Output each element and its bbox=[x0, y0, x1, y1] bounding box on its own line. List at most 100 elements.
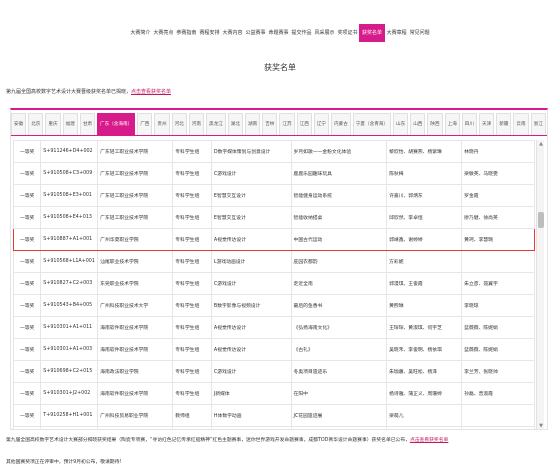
work-title: 岁月如歌——金粉文化体验 bbox=[290, 140, 388, 163]
notice-top-link[interactable]: 点击查看获奖名单 bbox=[131, 89, 171, 95]
work-title: 中国古代运动 bbox=[290, 228, 388, 251]
scroll-up-icon[interactable]: ▲ bbox=[537, 140, 545, 148]
province-tab[interactable]: 山东 bbox=[392, 113, 409, 135]
province-tab[interactable]: 河南 bbox=[188, 113, 204, 135]
work-code: S+910508+E4+013 bbox=[40, 206, 99, 229]
province-tab[interactable]: 福建 bbox=[62, 113, 78, 135]
table-row-highlighted: 一等奖 S+910887+A1+001 广州华夏职业学院 专科学生组 A视觉传达设计 中国… bbox=[13, 228, 535, 251]
province-tab[interactable]: 湖北 bbox=[227, 113, 243, 135]
tutor-names: 廖乃健、徐尚英 bbox=[461, 206, 535, 229]
work-title: 最后的鱼香书 bbox=[290, 294, 388, 317]
work-code: S+910543+B4+005 bbox=[40, 294, 99, 317]
table-row: 一等奖T+910656+A1+001广州科技职业学院教师组A视觉传达设计 谢红霞、… bbox=[13, 426, 535, 429]
school-name: 广东轻工职业技术学院 bbox=[97, 162, 174, 185]
province-tab[interactable]: 安徽 bbox=[11, 113, 27, 135]
author-names: 梁萌儿 bbox=[386, 404, 463, 427]
group-name: 专科学生组 bbox=[172, 184, 212, 207]
group-name: 教师组 bbox=[172, 404, 212, 427]
nav-item[interactable]: 赛程安排 bbox=[198, 24, 221, 42]
province-tab[interactable]: 湖南 bbox=[245, 113, 261, 135]
table-row: 一等奖 S+910698+C2+015 海南政法职业学院 专科学生组 C游戏设计 冬奥项目… bbox=[13, 360, 535, 383]
nav-item[interactable]: 大赛简介 bbox=[129, 24, 152, 42]
author-names: 吴晓禾、李俊明、杨依琪 bbox=[386, 338, 463, 361]
category-name: L游戏动画设计 bbox=[210, 250, 292, 273]
province-tab[interactable]: 黑龙江 bbox=[206, 113, 226, 135]
province-tab[interactable]: 江西 bbox=[296, 113, 312, 135]
school-name: 海南软件职业技术学院 bbox=[97, 338, 174, 361]
province-tab[interactable]: 江苏 bbox=[279, 113, 295, 135]
group-name: 专科学生组 bbox=[172, 140, 212, 163]
province-tab[interactable]: 吉林 bbox=[262, 113, 278, 135]
province-tab[interactable]: 云南 bbox=[513, 113, 529, 135]
work-title: 走近全南 bbox=[290, 272, 388, 295]
province-tab[interactable]: 四川 bbox=[461, 113, 477, 135]
notice-final: 其他国赛奖项正在评审中，预计9月初公布，敬请期待! bbox=[6, 460, 122, 465]
school-name: 广州科技贸易职业学院 bbox=[97, 404, 174, 427]
group-name: 专科学生组 bbox=[172, 228, 212, 251]
province-tab[interactable]: 辽宁 bbox=[313, 113, 330, 135]
author-names: 方彩妮 bbox=[386, 250, 463, 273]
school-name: 广东轻工职业技术学院 bbox=[97, 206, 174, 229]
province-tab[interactable]: 广东（含海南） bbox=[97, 113, 136, 135]
notice-bottom-link[interactable]: 点击查看获奖名单 bbox=[410, 438, 448, 443]
province-tab[interactable]: 宁夏（含青海） bbox=[352, 113, 391, 135]
group-name: 专科学生组 bbox=[172, 250, 212, 273]
work-title: 智能健身运动系统 bbox=[290, 184, 388, 207]
nav-item[interactable]: 常见问题 bbox=[408, 24, 431, 42]
province-tab[interactable]: 贵州 bbox=[154, 113, 170, 135]
nav-item[interactable]: 公益赛事 bbox=[244, 24, 267, 42]
nav-item[interactable]: 获奖名单 bbox=[359, 24, 386, 42]
province-tab[interactable]: 天津 bbox=[479, 113, 495, 135]
province-tab[interactable]: 山西 bbox=[410, 113, 426, 135]
work-code: S+911246+D4+002 bbox=[40, 140, 99, 163]
scrollbar-thumb[interactable] bbox=[538, 212, 544, 228]
tutor-names: 罗金霞 bbox=[461, 184, 535, 207]
province-tab[interactable]: 上海 bbox=[444, 113, 460, 135]
province-tab[interactable]: 重庆 bbox=[45, 113, 61, 135]
school-name: 汕尾职业技术学院 bbox=[97, 250, 174, 273]
nav-item[interactable]: 大赛内容 bbox=[221, 24, 244, 42]
province-tab[interactable]: 新疆 bbox=[496, 113, 512, 135]
table-row: 一等奖 S+910301+A1+011 海南软件职业技术学院 专科学生组 A视觉传达设计… bbox=[13, 316, 535, 339]
school-name: 东莞职业技术学院 bbox=[97, 272, 174, 295]
tutor-names: 蓝薇薇、陈妮娟 bbox=[461, 338, 535, 361]
tutor-names: 林晓丹 bbox=[461, 140, 535, 163]
tutor-names: 朱立彦、聂翼宇 bbox=[461, 272, 535, 295]
province-tab[interactable]: 陕西 bbox=[427, 113, 443, 135]
nav-item[interactable]: 风采展示 bbox=[313, 24, 336, 42]
work-code: S+910887+A1+001 bbox=[40, 228, 99, 251]
work-title: 《弘扬海南文化》 bbox=[290, 316, 388, 339]
province-tab[interactable]: 浙江 bbox=[530, 113, 546, 135]
group-name: 专科学生组 bbox=[172, 316, 212, 339]
work-code: T+910258+H1+001 bbox=[40, 404, 99, 427]
award-level: 一等奖 bbox=[13, 228, 42, 251]
province-tab[interactable]: 河北 bbox=[171, 113, 187, 135]
province-tab[interactable]: 甘肃 bbox=[79, 113, 96, 135]
nav-item[interactable]: 奖项证书 bbox=[336, 24, 359, 42]
work-title bbox=[290, 426, 388, 429]
scroll-down-icon[interactable]: ▼ bbox=[537, 422, 545, 429]
nav-item[interactable]: 大赛章程 bbox=[385, 24, 408, 42]
tutor-names: 李兰芳、张晓帅 bbox=[461, 360, 535, 383]
table-row: 一等奖 S+910508+E3+001 广东轻工职业技术学院 专科学生组 E智慧交互设计… bbox=[13, 184, 535, 207]
work-code: S+910301+A1+011 bbox=[40, 316, 99, 339]
table-row: 一等奖 S+910301+J2+002 海南软件职业技术学院 专科学生组 J新媒体 在阳中… bbox=[13, 382, 535, 405]
group-name: 专科学生组 bbox=[172, 272, 212, 295]
tutor-names bbox=[461, 250, 535, 273]
province-tab[interactable]: 广西 bbox=[137, 113, 153, 135]
group-name: 教师组 bbox=[172, 426, 212, 429]
nav-item[interactable]: 提交作品 bbox=[290, 24, 313, 42]
work-code: S+910508+E3+001 bbox=[40, 184, 99, 207]
tutor-names: 黄珂、李慧璐 bbox=[461, 228, 535, 251]
province-tab[interactable]: 北京 bbox=[28, 113, 44, 135]
nav-item[interactable]: 参赛指南 bbox=[175, 24, 198, 42]
award-level: 一等奖 bbox=[13, 272, 42, 295]
nav-item[interactable]: 命题赛事 bbox=[267, 24, 290, 42]
work-code: S+910568+L1A+001 bbox=[40, 250, 99, 273]
table-scrollbar[interactable]: ▲ ▼ bbox=[536, 140, 545, 429]
school-name: 海南软件职业技术学院 bbox=[97, 382, 174, 405]
nav-item[interactable]: 大赛亮点 bbox=[152, 24, 175, 42]
work-title: JC花园遗迹展 bbox=[290, 404, 388, 427]
award-table-wrap[interactable]: 一等奖 S+911246+D4+002 广东轻工职业技术学院 专科学生组 D数字媒体策划… bbox=[13, 140, 535, 429]
province-tab[interactable]: 内蒙古 bbox=[331, 113, 351, 135]
